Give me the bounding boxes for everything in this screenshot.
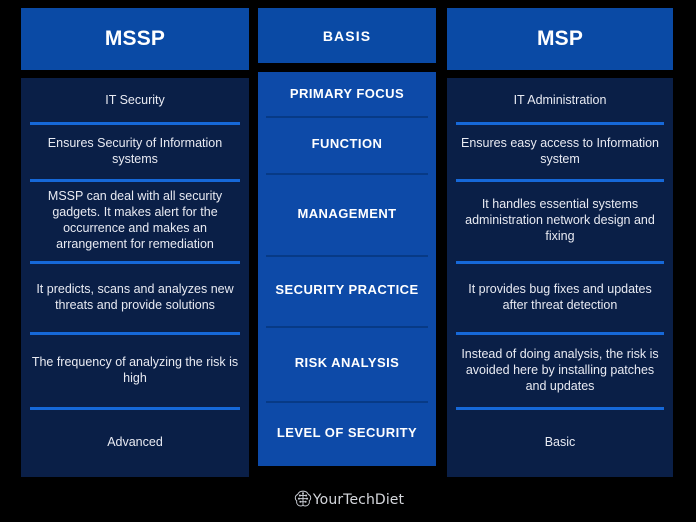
label-level-of-security: LEVEL OF SECURITY xyxy=(276,425,418,441)
column-header-mssp: MSSP xyxy=(21,8,249,70)
footer-brand: YourTechDiet xyxy=(0,484,696,516)
cell-msp-primary-focus: IT Administration xyxy=(513,93,607,107)
table-row: MANAGEMENT xyxy=(258,173,436,255)
table-row: Basic xyxy=(447,407,673,477)
cell-msp-risk-analysis: Instead of doing analysis, the risk is a… xyxy=(461,346,659,393)
cell-mssp-primary-focus: IT Security xyxy=(105,93,165,107)
cell-mssp-function: Ensures Security of Information systems xyxy=(47,135,223,166)
comparison-infographic: MSSP IT Security Ensures Security of Inf… xyxy=(0,0,696,522)
cell-mssp-management: MSSP can deal with all security gadgets.… xyxy=(47,189,223,251)
table-row: It predicts, scans and analyzes new thre… xyxy=(21,261,249,332)
column-body-basis: PRIMARY FOCUS FUNCTION MANAGEMENT SECURI… xyxy=(258,72,436,466)
cell-mssp-level-of-security: Advanced xyxy=(107,435,163,449)
label-primary-focus: PRIMARY FOCUS xyxy=(289,85,405,101)
column-mssp: MSSP IT Security Ensures Security of Inf… xyxy=(21,8,249,477)
table-row: It provides bug fixes and updates after … xyxy=(447,261,673,332)
label-risk-analysis: RISK ANALYSIS xyxy=(294,355,400,371)
table-row: IT Administration xyxy=(447,78,673,122)
table-row: MSSP can deal with all security gadgets.… xyxy=(21,179,249,261)
table-row: RISK ANALYSIS xyxy=(258,326,436,401)
table-row: LEVEL OF SECURITY xyxy=(258,401,436,466)
brand-name: YourTechDiet xyxy=(312,492,405,508)
cell-mssp-risk-analysis: The frequency of analyzing the risk is h… xyxy=(31,354,239,385)
cell-mssp-security-practice: It predicts, scans and analyzes new thre… xyxy=(36,281,234,312)
column-body-msp: IT Administration Ensures easy access to… xyxy=(447,78,673,477)
table-row: IT Security xyxy=(21,78,249,122)
column-basis: BASIS PRIMARY FOCUS FUNCTION MANAGEMENT … xyxy=(258,8,436,466)
cell-msp-security-practice: It provides bug fixes and updates after … xyxy=(468,281,652,312)
label-security-practice: SECURITY PRACTICE xyxy=(275,282,419,298)
label-function: FUNCTION xyxy=(311,136,383,152)
table-row: PRIMARY FOCUS xyxy=(258,72,436,116)
table-row: The frequency of analyzing the risk is h… xyxy=(21,332,249,407)
column-header-msp: MSP xyxy=(447,8,673,70)
cell-msp-level-of-security: Basic xyxy=(544,435,576,449)
column-header-basis: BASIS xyxy=(258,8,436,63)
cell-msp-management: It handles essential systems administrat… xyxy=(465,197,655,243)
label-management: MANAGEMENT xyxy=(297,205,397,221)
column-msp: MSP IT Administration Ensures easy acces… xyxy=(447,8,673,477)
table-row: SECURITY PRACTICE xyxy=(258,255,436,326)
table-row: Ensures Security of Information systems xyxy=(21,122,249,179)
table-row: Ensures easy access to Information syste… xyxy=(447,122,673,179)
table-row: FUNCTION xyxy=(258,116,436,173)
column-body-mssp: IT Security Ensures Security of Informat… xyxy=(21,78,249,477)
brain-circuit-icon xyxy=(292,488,314,510)
cell-msp-function: Ensures easy access to Information syste… xyxy=(460,135,659,166)
table-row: It handles essential systems administrat… xyxy=(447,179,673,261)
table-row: Instead of doing analysis, the risk is a… xyxy=(447,332,673,407)
table-row: Advanced xyxy=(21,407,249,477)
